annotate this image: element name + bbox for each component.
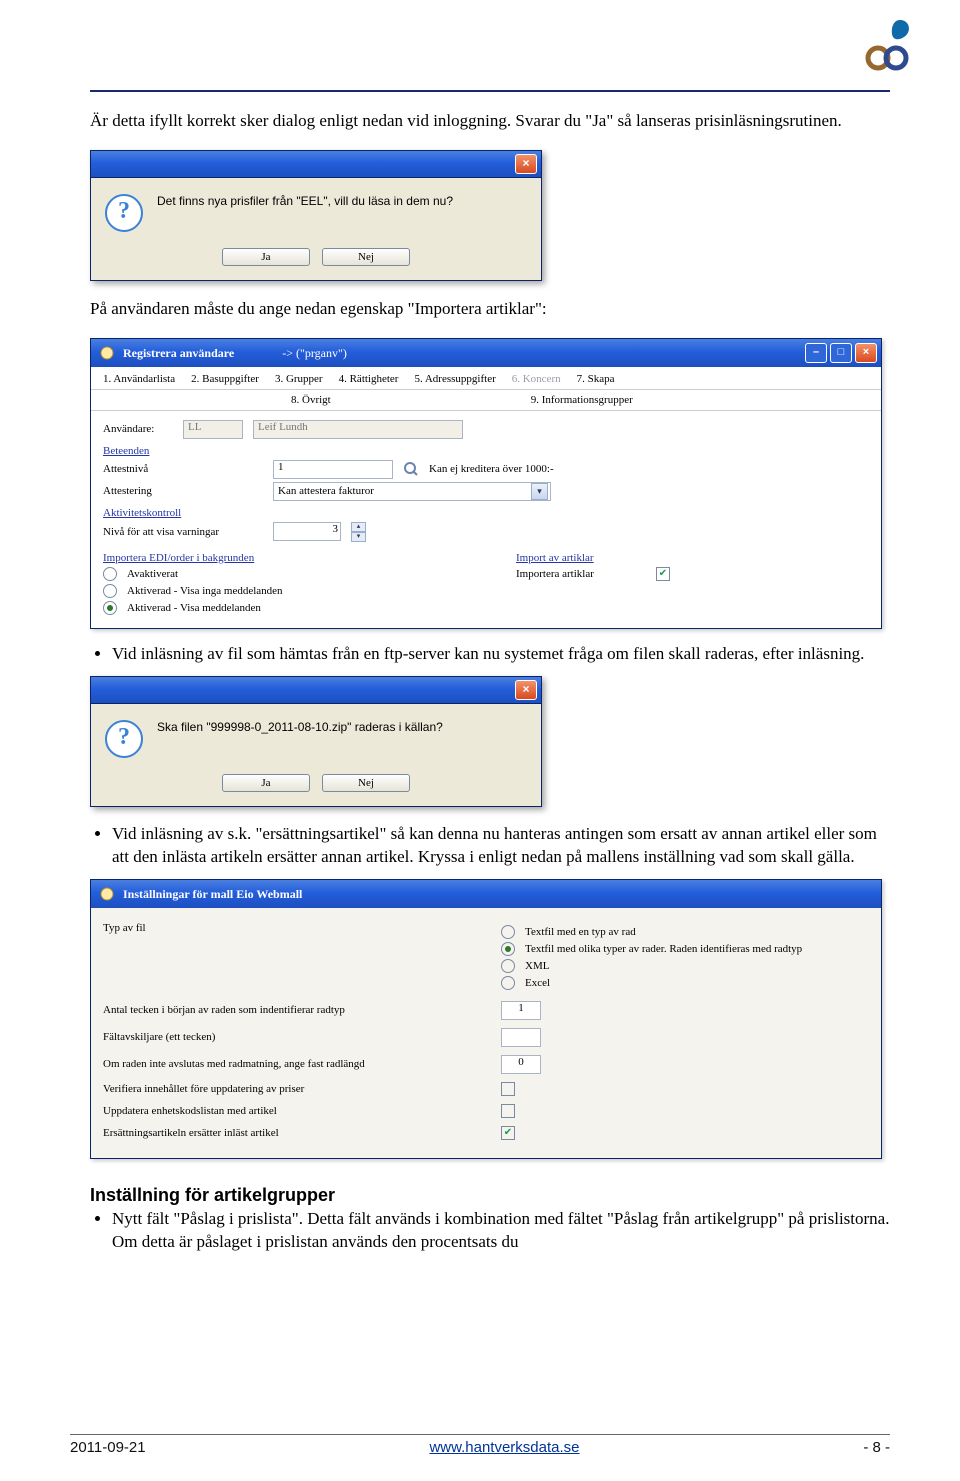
attestering-label: Attestering	[103, 485, 263, 497]
dialog-titlebar: ×	[91, 677, 541, 704]
window-title: Inställningar för mall Eio Webmall	[123, 880, 302, 908]
nej-button[interactable]: Nej	[322, 248, 410, 266]
ja-button[interactable]: Ja	[222, 774, 310, 792]
window-titlebar: Registrera användare -> ("prganv") – □ ×	[91, 339, 881, 367]
section-import-artiklar: Import av artiklar	[516, 552, 869, 564]
verifiera-checkbox[interactable]	[501, 1082, 515, 1096]
page-footer: 2011-09-21 www.hantverksdata.se - 8 -	[70, 1434, 890, 1459]
window-title-suffix: -> ("prganv")	[282, 339, 347, 367]
brand-logo	[862, 18, 910, 79]
dialog-message: Ska filen "999998-0_2011-08-10.zip" rade…	[157, 720, 443, 758]
footer-page: - 8 -	[863, 1439, 890, 1456]
window-titlebar: Inställningar för mall Eio Webmall	[91, 880, 881, 908]
footer-url[interactable]: www.hantverksdata.se	[429, 1439, 579, 1456]
importera-artiklar-checkbox[interactable]: ✔	[656, 567, 670, 581]
tabs-row-1: 1. Användarlista 2. Basuppgifter 3. Grup…	[91, 367, 881, 390]
tab-basuppgifter[interactable]: 2. Basuppgifter	[191, 373, 259, 389]
anvandare-label: Användare:	[103, 423, 173, 435]
radio-label: Aktiverad - Visa meddelanden	[127, 602, 261, 614]
section-beteenden: Beteenden	[103, 445, 869, 457]
dialog-message: Det finns nya prisfiler från "EEL", vill…	[157, 194, 453, 232]
tab-adressuppgifter[interactable]: 5. Adressuppgifter	[414, 373, 495, 389]
heading-artikelgrupper: Inställning för artikelgrupper	[90, 1185, 890, 1206]
registrera-anvandare-window: Registrera användare -> ("prganv") – □ ×…	[90, 338, 882, 629]
confirm-dialog-prisfiler: × ? Det finns nya prisfiler från "EEL", …	[90, 150, 542, 281]
window-title: Registrera användare	[123, 339, 234, 367]
nej-button[interactable]: Nej	[322, 774, 410, 792]
dialog-titlebar: ×	[91, 151, 541, 178]
radio-excel[interactable]	[501, 976, 515, 990]
footer-date: 2011-09-21	[70, 1439, 146, 1456]
verifiera-label: Verifiera innehållet före uppdatering av…	[103, 1083, 491, 1095]
radio-label: Avaktiverat	[127, 568, 178, 580]
radio-visa-meddelanden[interactable]	[103, 601, 117, 615]
bullet-ftp: Vid inläsning av fil som hämtas från en …	[112, 643, 890, 666]
niva-input[interactable]: 3	[273, 522, 341, 541]
question-icon: ?	[105, 194, 143, 232]
attestering-value: Kan attestera fakturor	[278, 485, 374, 497]
close-icon[interactable]: ×	[855, 343, 877, 363]
close-icon[interactable]: ×	[515, 680, 537, 700]
tab-informationsgrupper[interactable]: 9. Informationsgrupper	[531, 394, 633, 406]
radio-xml[interactable]	[501, 959, 515, 973]
faltavskiljare-input[interactable]	[501, 1028, 541, 1047]
faltavskiljare-label: Fältavskiljare (ett tecken)	[103, 1031, 491, 1043]
radio-avaktiverat[interactable]	[103, 567, 117, 581]
radio-label: XML	[525, 960, 549, 972]
bullet-ersattning: Vid inläsning av s.k. "ersättningsartike…	[112, 823, 890, 869]
kreditera-label: Kan ej kreditera över 1000:-	[429, 463, 554, 475]
attestering-dropdown[interactable]: Kan attestera fakturor ▾	[273, 482, 551, 501]
radlangd-input[interactable]: 0	[501, 1055, 541, 1074]
minimize-icon[interactable]: –	[805, 343, 827, 363]
anvandare-code: LL	[183, 420, 243, 439]
ja-button[interactable]: Ja	[222, 248, 310, 266]
antal-tecken-label: Antal tecken i början av raden som inden…	[103, 1004, 491, 1016]
tab-anvandarlista[interactable]: 1. Användarlista	[103, 373, 175, 389]
ersattningsartikel-checkbox[interactable]: ✔	[501, 1126, 515, 1140]
ersattningsartikel-label: Ersättningsartikeln ersätter inläst arti…	[103, 1127, 491, 1139]
niva-spinner[interactable]: ▴▾	[351, 522, 366, 542]
section-edi: Importera EDI/order i bakgrunden	[103, 552, 456, 564]
typ-av-fil-label: Typ av fil	[103, 922, 491, 934]
niva-label: Nivå för att visa varningar	[103, 526, 263, 538]
section-aktivitet: Aktivitetskontroll	[103, 507, 869, 519]
attestniva-input[interactable]: 1	[273, 460, 393, 479]
radio-inga-meddelanden[interactable]	[103, 584, 117, 598]
radio-label: Aktiverad - Visa inga meddelanden	[127, 585, 283, 597]
confirm-dialog-radera: × ? Ska filen "999998-0_2011-08-10.zip" …	[90, 676, 542, 807]
importera-artiklar-label: Importera artiklar	[516, 568, 646, 580]
attestniva-label: Attestnivå	[103, 463, 263, 475]
antal-tecken-input[interactable]: 1	[501, 1001, 541, 1020]
close-icon[interactable]: ×	[515, 154, 537, 174]
bullet-paslag: Nytt fält "Påslag i prislista". Detta fä…	[112, 1208, 890, 1254]
uppdatera-enhet-checkbox[interactable]	[501, 1104, 515, 1118]
tabs-row-2: 8. Övrigt 9. Informationsgrupper	[91, 390, 881, 411]
paragraph-intro: Är detta ifyllt korrekt sker dialog enli…	[90, 110, 890, 133]
radlangd-label: Om raden inte avslutas med radmatning, a…	[103, 1058, 491, 1070]
radio-label: Excel	[525, 977, 550, 989]
paragraph-instruction: På användaren måste du ange nedan egensk…	[90, 298, 890, 321]
question-icon: ?	[105, 720, 143, 758]
chevron-down-icon[interactable]: ▾	[531, 483, 548, 500]
tab-koncern: 6. Koncern	[512, 373, 561, 389]
maximize-icon[interactable]: □	[830, 343, 852, 363]
tab-rattigheter[interactable]: 4. Rättigheter	[339, 373, 399, 389]
installningar-mall-window: Inställningar för mall Eio Webmall Typ a…	[90, 879, 882, 1159]
app-icon	[99, 886, 115, 902]
lookup-icon[interactable]	[403, 461, 419, 477]
anvandare-name: Leif Lundh	[253, 420, 463, 439]
uppdatera-enhet-label: Uppdatera enhetskodslistan med artikel	[103, 1105, 491, 1117]
radio-label: Textfil med en typ av rad	[525, 926, 636, 938]
header-rule	[90, 90, 890, 92]
app-icon	[99, 345, 115, 361]
tab-ovrigt[interactable]: 8. Övrigt	[291, 394, 331, 406]
radio-textfil-en-typ[interactable]	[501, 925, 515, 939]
tab-skapa[interactable]: 7. Skapa	[577, 373, 615, 389]
radio-textfil-olika[interactable]	[501, 942, 515, 956]
radio-label: Textfil med olika typer av rader. Raden …	[525, 943, 802, 955]
tab-grupper[interactable]: 3. Grupper	[275, 373, 323, 389]
